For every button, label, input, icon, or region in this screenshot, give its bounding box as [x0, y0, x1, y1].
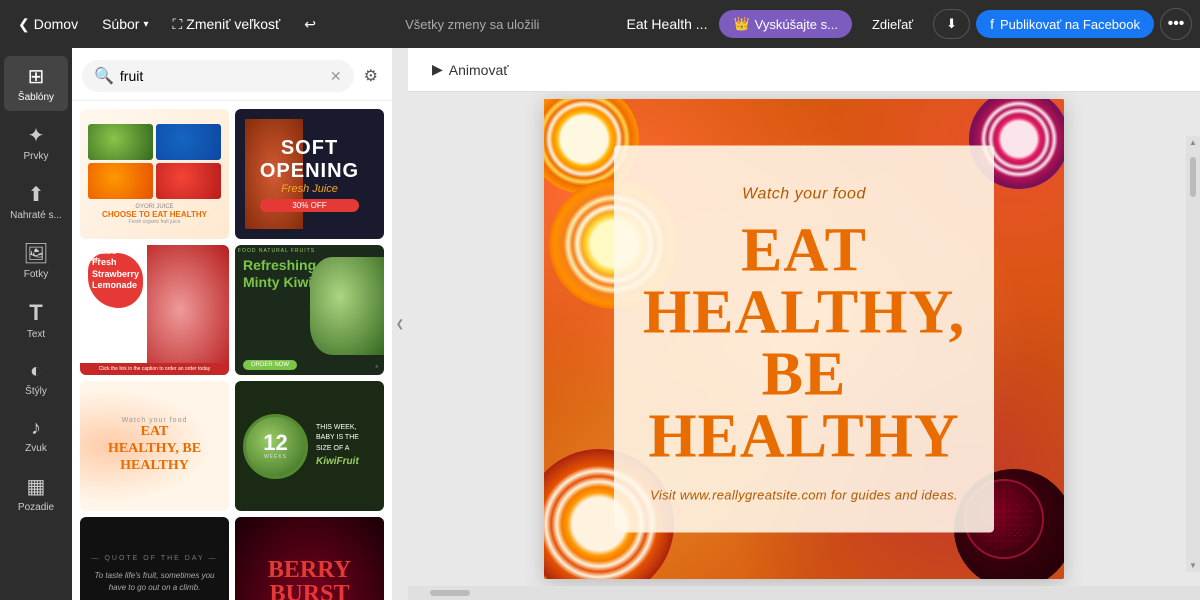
horizontal-scroll-thumb [430, 590, 470, 596]
template-card-2[interactable]: SOFT OPENING Fresh Juice 30% OFF [235, 109, 384, 239]
more-options-button[interactable]: ••• [1160, 8, 1192, 40]
canvas-subtitle: Watch your food [742, 186, 866, 204]
animate-button[interactable]: ▶ Animovať [424, 57, 517, 82]
file-button[interactable]: Súbor ▾ [92, 12, 158, 36]
templates-icon: ⊞ [28, 64, 45, 89]
facebook-icon: f [990, 16, 994, 32]
download-button[interactable]: ⬇ [933, 9, 970, 39]
download-icon: ⬇ [946, 16, 957, 32]
audio-icon: ♪ [31, 417, 41, 440]
crown-icon: 👑 [733, 16, 749, 32]
search-icon: 🔍 [94, 66, 114, 86]
text-icon: T [29, 300, 42, 326]
template-card-8[interactable]: BERRY BURST [235, 517, 384, 600]
search-panel: 🔍 ✕ ⚙ GYORI JUICE CHOOSE TO E [72, 48, 392, 600]
canvas-main-title: EATHEALTHY,BEHEALTHY [643, 220, 965, 468]
chevron-down-icon: ▾ [143, 19, 148, 30]
search-input[interactable] [120, 68, 324, 84]
nav-center: Všetky zmeny sa uložili [330, 17, 615, 32]
sidebar-item-background[interactable]: ▦ Pozadie [4, 466, 68, 521]
quote-text: To taste life's fruit, sometimes you hav… [90, 570, 219, 594]
sidebar-item-templates[interactable]: ⊞ Šablóny [4, 56, 68, 111]
template-card-3[interactable]: 100% NaturalFoods FreshStrawberryLemonad… [80, 245, 229, 375]
elements-icon: ✦ [28, 123, 45, 148]
design-canvas[interactable]: Watch your food EATHEALTHY,BEHEALTHY Vis… [544, 99, 1064, 579]
canvas-content-card[interactable]: Watch your food EATHEALTHY,BEHEALTHY Vis… [614, 146, 994, 533]
resize-icon: ⛶ [172, 16, 182, 33]
collapse-panel-button[interactable]: ❮ [392, 48, 408, 600]
sidebar-item-uploads[interactable]: ⬆ Nahraté s... [4, 174, 68, 229]
background-icon: ▦ [27, 474, 46, 499]
try-premium-button[interactable]: 👑 Vyskúšajte s... [719, 10, 852, 38]
search-bar: 🔍 ✕ ⚙ [72, 48, 392, 101]
scroll-down-button[interactable]: ▼ [1189, 561, 1197, 570]
uploads-icon: ⬆ [28, 182, 45, 207]
main-area: ⊞ Šablóny ✦ Prvky ⬆ Nahraté s... 🖼 Fotky… [0, 48, 1200, 600]
template-card-6[interactable]: 12 WEEKS THIS WEEK, BABY IS THE SIZE OF … [235, 381, 384, 511]
canvas-toolbar: ▶ Animovať [408, 48, 1200, 92]
search-input-wrap: 🔍 ✕ [82, 60, 354, 92]
template-grid: GYORI JUICE CHOOSE TO EAT HEALTHY Fresh … [72, 101, 392, 600]
top-navigation: ❮ Domov Súbor ▾ ⛶ Zmeniť veľkosť ↩ Všetk… [0, 0, 1200, 48]
sidebar-item-styles[interactable]: ◐ Štýly [4, 352, 68, 405]
scroll-up-button[interactable]: ▲ [1189, 138, 1197, 147]
canvas-area: ▶ Animovať ▲ ▼ [408, 48, 1200, 600]
autosave-status: Všetky zmeny sa uložili [405, 17, 539, 32]
sidebar-item-photos[interactable]: 🖼 Fotky [4, 233, 68, 288]
publish-facebook-button[interactable]: f Publikovať na Facebook [976, 10, 1154, 38]
sidebar-item-elements[interactable]: ✦ Prvky [4, 115, 68, 170]
filter-icon: ⚙ [364, 68, 378, 85]
close-icon: ✕ [330, 68, 342, 84]
vertical-scrollbar[interactable]: ▲ ▼ [1186, 136, 1200, 572]
chevron-left-icon: ❮ [18, 16, 30, 33]
undo-button[interactable]: ↩ [294, 12, 326, 37]
template-card-4[interactable]: FOOD NATURAL FRUITS RefreshingMinty Kiwi… [235, 245, 384, 375]
clear-search-button[interactable]: ✕ [330, 68, 342, 85]
filter-button[interactable]: ⚙ [360, 62, 382, 90]
document-title[interactable]: Eat Health ... [619, 12, 716, 36]
sidebar-item-text[interactable]: T Text [4, 292, 68, 348]
home-button[interactable]: ❮ Domov [8, 12, 88, 37]
nav-right-actions: 👑 Vyskúšajte s... Zdieľať ⬇ f Publikovať… [719, 8, 1192, 40]
scroll-thumb [1190, 157, 1196, 197]
share-button[interactable]: Zdieľať [858, 11, 927, 38]
template-card-7[interactable]: — QUOTE OF THE DAY — To taste life's fru… [80, 517, 229, 600]
animate-icon: ▶ [432, 61, 443, 78]
horizontal-scrollbar[interactable] [408, 586, 1200, 600]
template-card-1[interactable]: GYORI JUICE CHOOSE TO EAT HEALTHY Fresh … [80, 109, 229, 239]
icon-sidebar: ⊞ Šablóny ✦ Prvky ⬆ Nahraté s... 🖼 Fotky… [0, 48, 72, 600]
styles-icon: ◐ [30, 360, 42, 383]
photos-icon: 🖼 [23, 241, 48, 266]
template-card-5[interactable]: Watch your food EATHEALTHY, BEHEALTHY [80, 381, 229, 511]
collapse-icon: ❮ [396, 319, 404, 330]
canvas-viewport[interactable]: ▲ ▼ [408, 92, 1200, 586]
canvas-footer-text: Visit www.reallygreatsite.com for guides… [650, 488, 958, 503]
resize-button[interactable]: ⛶ Zmeniť veľkosť [162, 12, 290, 37]
sidebar-item-audio[interactable]: ♪ Zvuk [4, 409, 68, 462]
